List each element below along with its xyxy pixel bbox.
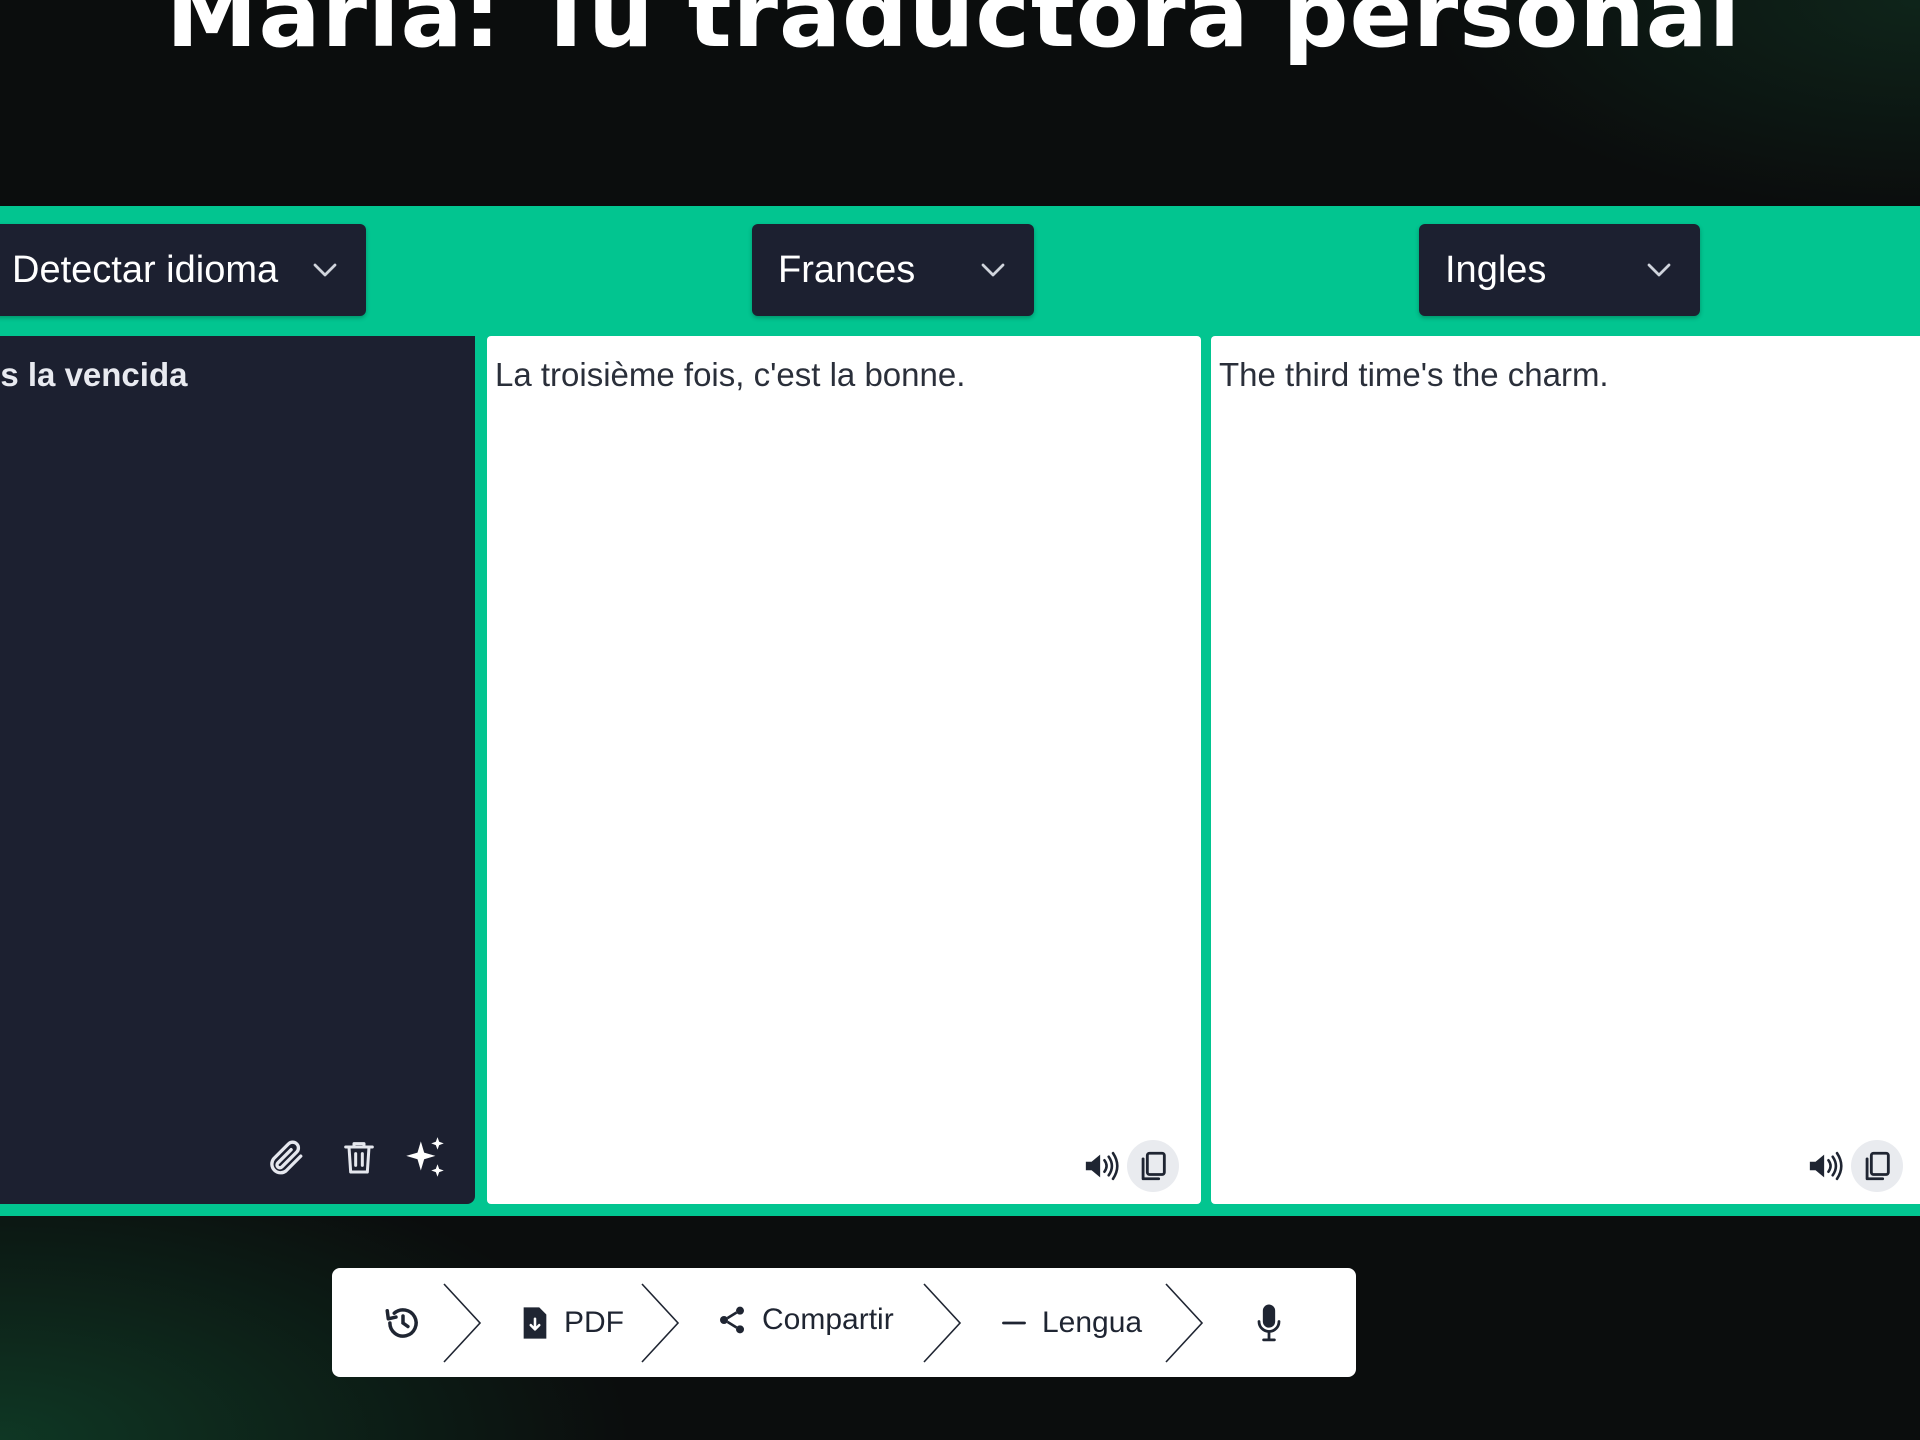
speak-button[interactable] <box>1081 1144 1125 1188</box>
page-title: Maria: Tu traductora personal <box>166 0 1742 68</box>
chevron-separator <box>443 1283 482 1363</box>
target-language-select-1[interactable]: Frances <box>752 224 1034 316</box>
chevron-separator <box>923 1283 962 1363</box>
translation-text-2: The third time's the charm. <box>1219 356 1609 393</box>
history-button[interactable] <box>382 1268 424 1377</box>
copy-button[interactable] <box>1127 1140 1179 1192</box>
translation-text-1: La troisième fois, c'est la bonne. <box>495 356 966 393</box>
target-language-label-2: Ingles <box>1445 248 1547 291</box>
language-button[interactable]: Lengua <box>1000 1268 1142 1377</box>
clear-button[interactable] <box>336 1134 382 1180</box>
share-button[interactable]: Compartir <box>716 1265 894 1374</box>
share-label: Compartir <box>762 1302 894 1336</box>
language-label: Lengua <box>1042 1305 1143 1339</box>
chevron-separator <box>1165 1283 1204 1363</box>
copy-button[interactable] <box>1851 1140 1903 1192</box>
speak-button[interactable] <box>1805 1144 1849 1188</box>
action-toolbar: PDF Compartir Lengua <box>332 1268 1356 1377</box>
pdf-button[interactable]: PDF <box>520 1268 624 1377</box>
trash-icon <box>344 1142 374 1174</box>
attach-button[interactable] <box>262 1134 308 1180</box>
source-language-label: Detectar idioma <box>12 248 279 291</box>
history-icon <box>385 1307 418 1338</box>
copy-icon <box>1141 1151 1166 1181</box>
share-icon <box>720 1306 744 1333</box>
sparkles-icon <box>406 1137 444 1177</box>
chevron-down-icon <box>313 263 337 277</box>
translation-panel-1: La troisième fois, c'est la bonne. <box>487 336 1201 1204</box>
pdf-file-icon <box>523 1306 547 1339</box>
pdf-label: PDF <box>564 1305 624 1339</box>
speaker-icon <box>1085 1151 1119 1181</box>
target-language-select-2[interactable]: Ingles <box>1419 224 1700 316</box>
source-text[interactable]: es la vencida <box>0 356 187 394</box>
microphone-icon <box>1257 1304 1281 1341</box>
copy-icon <box>1865 1151 1890 1181</box>
translation-panel-2: The third time's the charm. <box>1211 336 1920 1204</box>
chevron-down-icon <box>981 263 1005 277</box>
chevron-down-icon <box>1647 263 1671 277</box>
source-language-select[interactable]: Detectar idioma <box>0 224 366 316</box>
paperclip-icon <box>270 1140 303 1175</box>
ai-enhance-button[interactable] <box>398 1132 452 1184</box>
source-text-area[interactable]: es la vencida <box>0 336 475 1204</box>
chevron-separator <box>641 1283 680 1363</box>
minus-icon <box>1002 1321 1026 1324</box>
speaker-icon <box>1809 1151 1843 1181</box>
microphone-button[interactable] <box>1256 1268 1282 1377</box>
target-language-label-1: Frances <box>778 248 916 291</box>
